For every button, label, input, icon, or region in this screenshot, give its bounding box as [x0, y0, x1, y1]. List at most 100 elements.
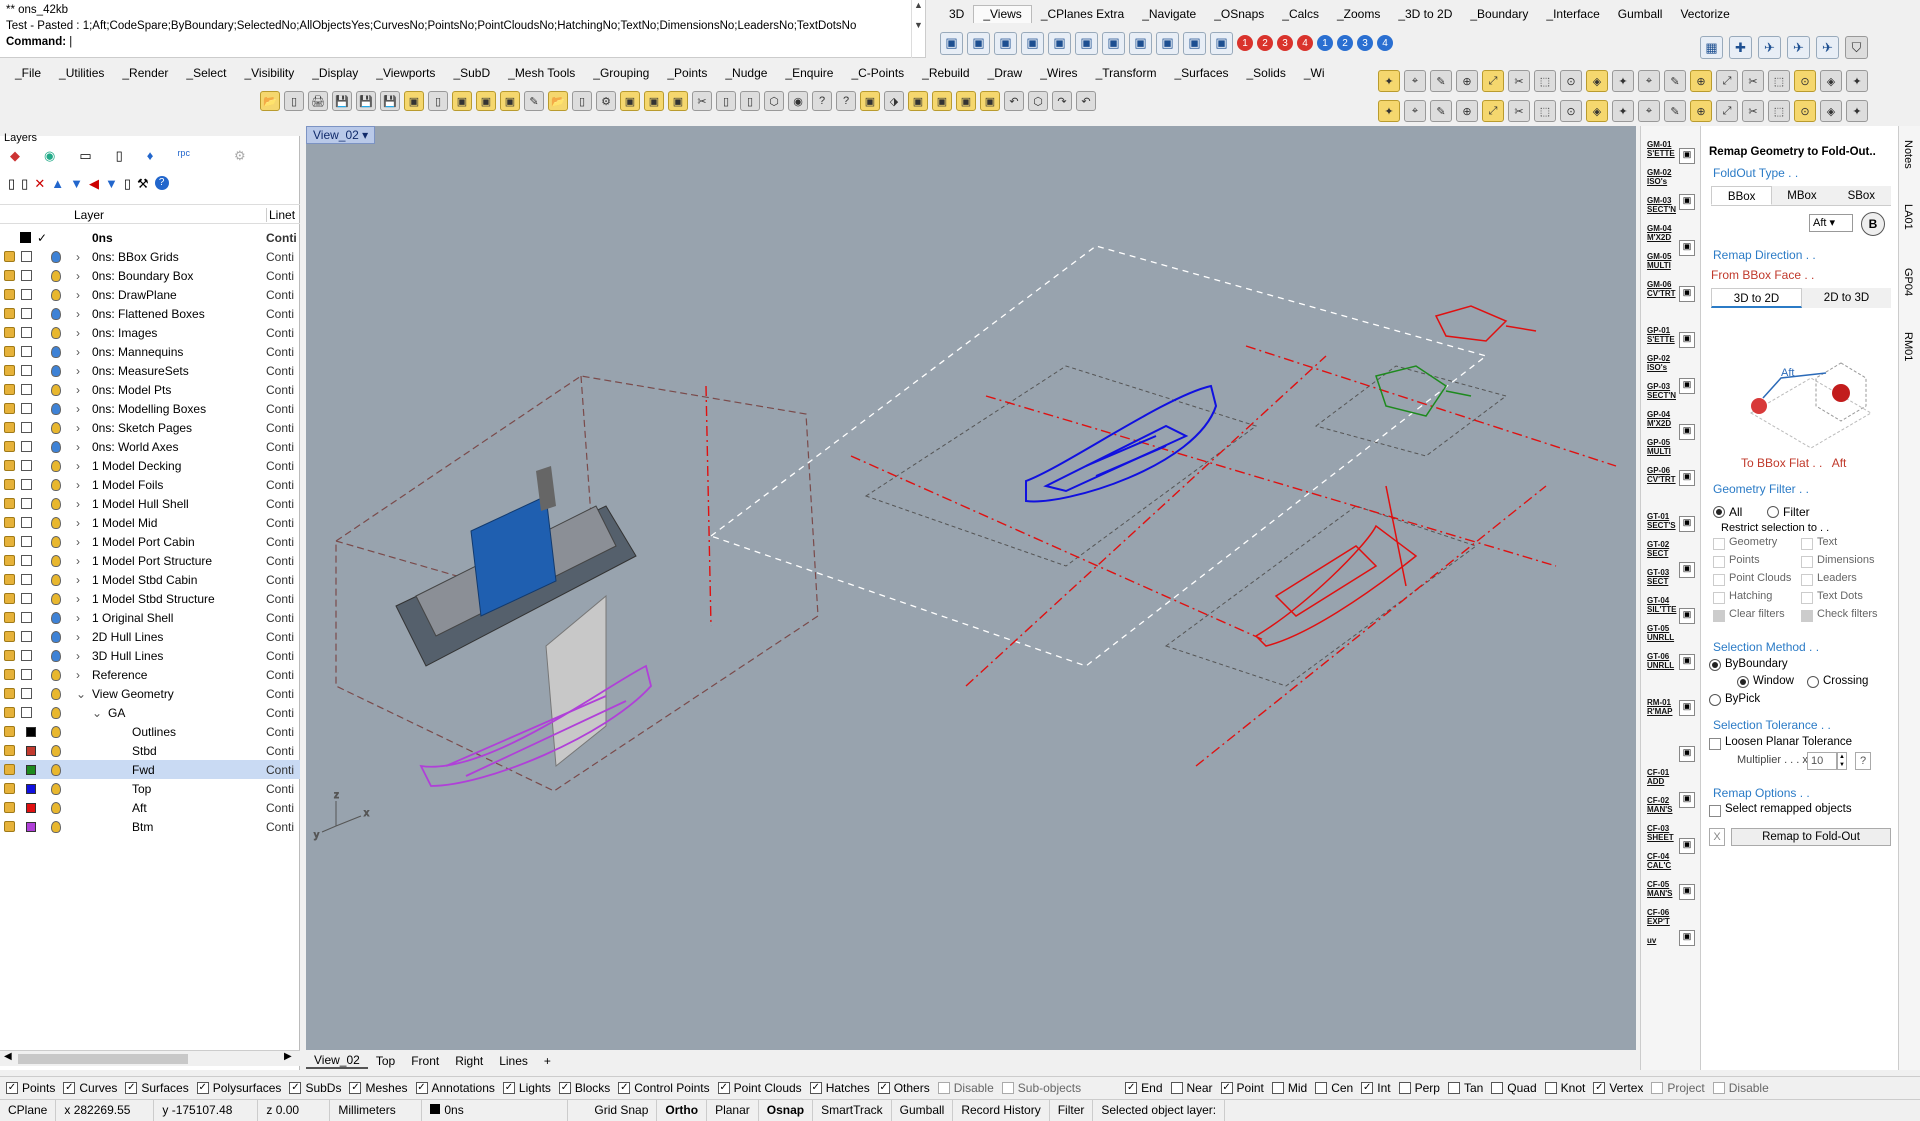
lightbulb-icon[interactable] [51, 630, 61, 643]
tab-navigate[interactable]: _Navigate [1133, 7, 1205, 21]
viewport-tab[interactable]: + [536, 1054, 559, 1068]
lightbulb-icon[interactable] [51, 649, 61, 662]
tab-file[interactable]: _File [6, 66, 50, 80]
tool-icon[interactable]: ▣ [908, 91, 928, 111]
lock-icon[interactable] [4, 555, 15, 566]
tool-icon[interactable]: ⌖ [1404, 70, 1426, 92]
filter-polysurfaces[interactable]: ✓ Polysurfaces [196, 1081, 281, 1095]
lock-icon[interactable] [4, 479, 15, 490]
rpc-icon[interactable]: rpc [177, 148, 190, 164]
checkbox[interactable] [1170, 1081, 1183, 1094]
radio-filter[interactable] [1767, 506, 1779, 518]
color-swatch[interactable] [26, 745, 36, 756]
color-swatch[interactable] [26, 783, 36, 794]
tool-icon[interactable]: 🖨 [308, 91, 328, 111]
layer-checkbox[interactable] [21, 270, 32, 281]
lock-icon[interactable] [4, 384, 15, 395]
filter-blocks[interactable]: ✓ Blocks [558, 1081, 610, 1095]
tool-icon[interactable]: ▣ [476, 91, 496, 111]
lightbulb-icon[interactable] [51, 383, 61, 396]
filter-knot[interactable]: Knot [1544, 1081, 1585, 1095]
view-icon[interactable]: ▣ [967, 31, 990, 55]
sidebar-tool-button[interactable]: uv [1647, 936, 1681, 945]
layer-row[interactable]: Fwd Conti [0, 760, 300, 779]
sidebar-tool-button[interactable]: CF-02 MAN'S [1647, 796, 1681, 814]
expand-icon[interactable]: › [76, 250, 80, 264]
tool-icon[interactable]: ◈ [1586, 100, 1608, 122]
sidebar-icon[interactable]: ▣ [1679, 654, 1695, 670]
save-icon[interactable]: 💾 [356, 91, 376, 111]
layer-row[interactable]: › 3D Hull Lines Conti [0, 646, 300, 665]
tool-icon[interactable]: ✂ [1508, 70, 1530, 92]
tool-icon[interactable]: ▣ [620, 91, 640, 111]
lock-icon[interactable] [4, 517, 15, 528]
view-icon[interactable]: ▣ [1156, 31, 1179, 55]
lightbulb-icon[interactable] [51, 440, 61, 453]
tab-cplanesextra[interactable]: _CPlanes Extra [1032, 7, 1133, 21]
layer-row[interactable]: › 2D Hull Lines Conti [0, 627, 300, 646]
tab-osnaps[interactable]: _OSnaps [1205, 7, 1273, 21]
expand-icon[interactable]: › [76, 383, 80, 397]
checkbox[interactable]: ✓ [618, 1081, 631, 1094]
layer-checkbox[interactable] [21, 707, 32, 718]
expand-icon[interactable]: › [76, 592, 80, 606]
color-swatch[interactable] [26, 802, 36, 813]
filter-end[interactable]: ✓ End [1125, 1081, 1163, 1095]
tool-icon[interactable]: ⌖ [1638, 70, 1660, 92]
view-icon[interactable]: ✈ [1787, 36, 1810, 59]
layer-row[interactable]: › 0ns: Model Pts Conti [0, 380, 300, 399]
filter-sub-objects[interactable]: Sub-objects [1001, 1081, 1081, 1095]
lightbulb-icon[interactable] [51, 402, 61, 415]
filter-checkbox[interactable] [1713, 538, 1725, 550]
lightbulb-icon[interactable] [51, 763, 61, 776]
delete-icon[interactable]: ✕ [34, 176, 45, 192]
layer-checkbox[interactable] [21, 650, 32, 661]
expand-icon[interactable]: › [76, 364, 80, 378]
shield-icon[interactable]: ⛉ [1845, 36, 1868, 59]
view-icon[interactable]: ✚ [1729, 36, 1752, 59]
sidebar-tool-button[interactable]: CF-04 CAL'C [1647, 852, 1681, 870]
tool-icon[interactable]: ▯ [284, 91, 304, 111]
sidebar-icon[interactable]: ▣ [1679, 378, 1695, 394]
tool-icon[interactable]: ✂ [692, 91, 712, 111]
checkbox[interactable]: ✓ [63, 1081, 76, 1094]
expand-icon[interactable]: › [76, 535, 80, 549]
tab-wi[interactable]: _Wi [1295, 66, 1334, 80]
tab-surfaces[interactable]: _Surfaces [1165, 66, 1237, 80]
filter-project[interactable]: Project [1651, 1081, 1705, 1095]
filter-checkbox[interactable] [1801, 574, 1813, 586]
move-down-icon[interactable]: ▼ [70, 176, 83, 192]
layer-row[interactable]: › 0ns: Flattened Boxes Conti [0, 304, 300, 323]
tool-icon[interactable]: ▣ [980, 91, 1000, 111]
lock-icon[interactable] [4, 612, 15, 623]
color-swatch[interactable] [26, 726, 36, 737]
tool-icon[interactable]: ◈ [1820, 70, 1842, 92]
lightbulb-icon[interactable] [51, 535, 61, 548]
tool-icon[interactable]: ▣ [500, 91, 520, 111]
column-header-linetype[interactable]: Linet [266, 208, 295, 222]
layer-checkbox[interactable] [21, 536, 32, 547]
tools-icon[interactable]: ⚒ [137, 176, 149, 192]
tab-draw[interactable]: _Draw [979, 66, 1032, 80]
side-select[interactable]: Aft ▾ [1809, 214, 1853, 232]
cplane-label[interactable]: CPlane [0, 1099, 57, 1121]
layer-row[interactable]: Aft Conti [0, 798, 300, 817]
close-button[interactable]: X [1709, 828, 1725, 846]
layer-checkbox[interactable] [21, 403, 32, 414]
lightbulb-icon[interactable] [51, 421, 61, 434]
layer-row[interactable]: ⌄ View Geometry Conti [0, 684, 300, 703]
layer-row[interactable]: › 0ns: Modelling Boxes Conti [0, 399, 300, 418]
sidebar-tool-button[interactable]: GM-05 MULTI [1647, 252, 1681, 270]
layer-row[interactable]: Btm Conti [0, 817, 300, 836]
tool-icon[interactable]: ✎ [1664, 100, 1686, 122]
lock-icon[interactable] [4, 783, 15, 794]
bell-icon[interactable]: ♦ [147, 148, 154, 164]
checkbox[interactable]: ✓ [717, 1081, 730, 1094]
filter-checkbox[interactable] [1713, 592, 1725, 604]
tool-icon[interactable]: ⬡ [1028, 91, 1048, 111]
view-icon[interactable]: ▣ [1183, 31, 1206, 55]
expand-icon[interactable]: › [76, 402, 80, 416]
sidebar-tool-button[interactable]: GP-01 S'ETTE [1647, 326, 1681, 344]
checkbox[interactable]: ✓ [877, 1081, 890, 1094]
status-toggle-smarttrack[interactable]: SmartTrack [813, 1099, 892, 1121]
